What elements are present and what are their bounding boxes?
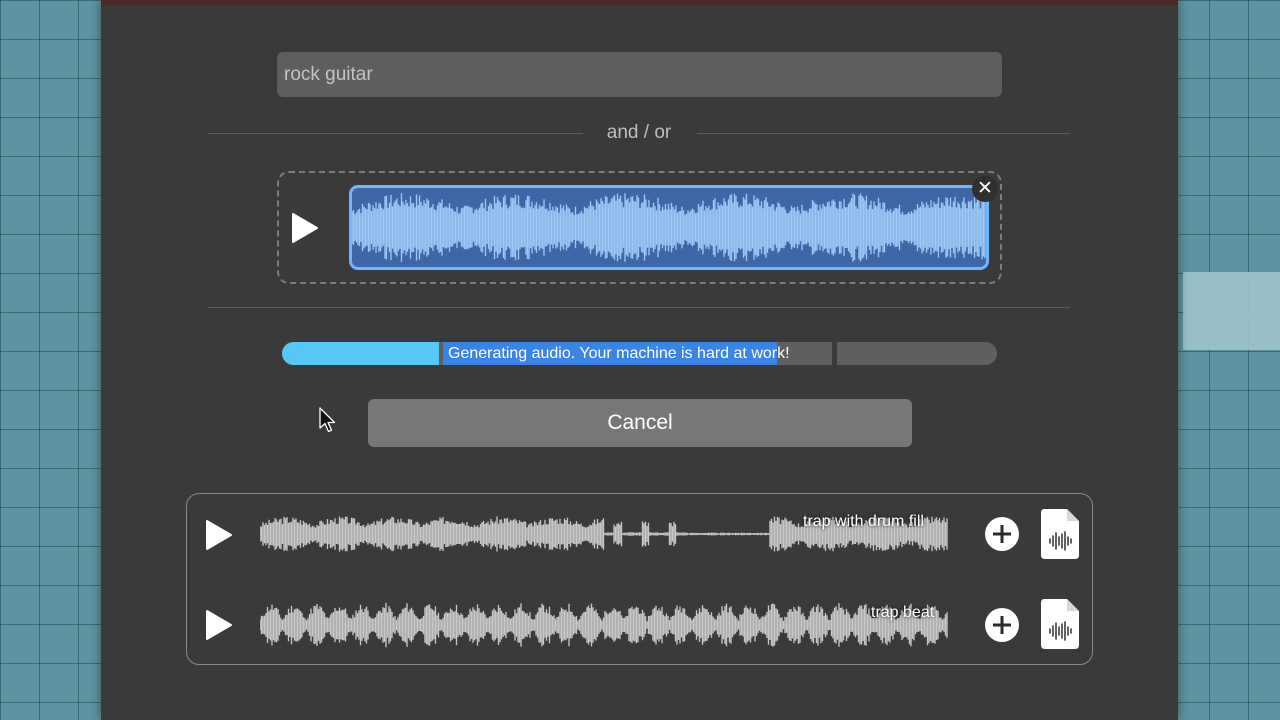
plus-circle-icon [985, 517, 1019, 551]
progress-text: Generating audio. Your machine is hard a… [448, 345, 790, 362]
audio-file-icon [1041, 599, 1079, 649]
divider-right [697, 133, 1070, 134]
reference-play-button[interactable] [291, 212, 319, 244]
play-icon [206, 610, 232, 640]
result-2-label: trap beat [871, 604, 935, 621]
close-icon: ✕ [977, 178, 993, 199]
progress-fill [282, 342, 440, 365]
play-icon [292, 213, 318, 243]
prompt-input[interactable] [277, 52, 1002, 97]
progress-gap [832, 342, 837, 365]
result-1-play-button[interactable] [205, 519, 233, 551]
result-2-add-button[interactable] [984, 607, 1020, 648]
plus-circle-icon [985, 608, 1019, 642]
mouse-cursor-icon [319, 407, 337, 440]
audio-file-icon [1041, 509, 1079, 559]
result-2-waveform[interactable] [260, 599, 948, 651]
result-2-play-button[interactable] [205, 609, 233, 641]
play-icon [206, 520, 232, 550]
divider-full [208, 307, 1070, 308]
reference-waveform[interactable] [349, 185, 989, 270]
dialog-title-strip [101, 0, 1178, 5]
remove-reference-button[interactable]: ✕ [972, 176, 998, 202]
result-2-export-button[interactable] [1040, 598, 1080, 655]
result-1-export-button[interactable] [1040, 508, 1080, 565]
result-1-add-button[interactable] [984, 516, 1020, 557]
result-1-label: trap with drum fill [803, 513, 924, 530]
reference-waveform-graphic [352, 193, 986, 262]
divider-left [208, 133, 583, 134]
cancel-button[interactable]: Cancel [368, 399, 912, 447]
and-or-label: and / or [606, 122, 672, 143]
daw-background-clip [1183, 272, 1280, 350]
